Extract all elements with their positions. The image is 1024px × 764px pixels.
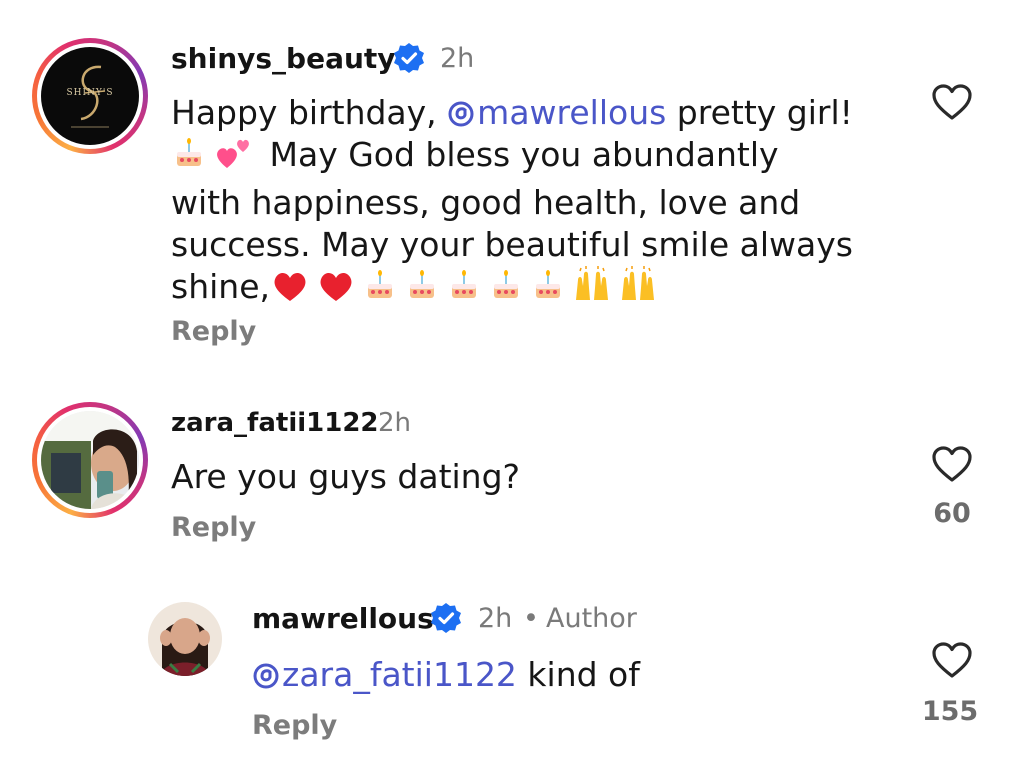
heart-outline-icon[interactable] (931, 444, 973, 488)
mention-link[interactable]: zara_fatii1122 (252, 655, 517, 694)
reply-button[interactable]: Reply (171, 512, 256, 543)
comment-mawrellous-reply: mawrellous 2h • Author zara_fatii1122 ki… (0, 590, 1024, 764)
heart-outline-icon[interactable] (931, 640, 973, 684)
comment-time: 2h (478, 603, 513, 634)
comment-username[interactable]: shinys_beauty (171, 42, 396, 75)
red-heart-emoji (270, 266, 310, 314)
threads-mention-icon (253, 663, 279, 689)
birthday-cake-emoji (488, 268, 524, 314)
comment-text: Are you guys dating? (171, 457, 521, 496)
author-label: Author (546, 603, 637, 634)
profile-photo-icon (41, 411, 139, 509)
comment-line: Happy birthday, mawrellous pretty girl! (171, 92, 891, 134)
comment-username[interactable]: mawrellous (252, 602, 434, 635)
mention-link[interactable]: mawrellous (447, 93, 666, 132)
comment-text: Happy birthday, mawrellous pretty girl! … (171, 92, 891, 314)
comment-time: 2h (440, 43, 475, 74)
like-count: 155 (921, 696, 979, 727)
comment-shinys-beauty: SHINY'S shinys_beauty 2h Happy birthday,… (0, 0, 1024, 380)
like-count: 60 (933, 498, 971, 529)
mention-text[interactable]: mawrellous (477, 93, 666, 132)
text-segment: kind of (516, 655, 640, 694)
birthday-cake-emoji (171, 136, 207, 182)
birthday-cake-emoji (404, 268, 440, 314)
birthday-cake-emoji (362, 268, 398, 314)
heart-outline-icon[interactable] (931, 82, 973, 126)
text-segment: shine, (171, 267, 270, 306)
comment-line: with happiness, good health, love and (171, 183, 801, 222)
mention-text[interactable]: zara_fatii1122 (282, 655, 517, 694)
birthday-cake-emoji (446, 268, 482, 314)
verified-badge-icon (393, 42, 425, 78)
comment-line: May God bless you abundantly (171, 134, 891, 182)
comment-zara-fatii1122: zara_fatii1122 2h Are you guys dating? R… (0, 390, 1024, 560)
avatar[interactable]: SHINY'S (41, 47, 139, 145)
comment-time: 2h (378, 408, 412, 438)
comment-username[interactable]: zara_fatii1122 (171, 408, 379, 438)
reply-button[interactable]: Reply (171, 316, 256, 347)
profile-photo-icon (148, 602, 222, 676)
avatar[interactable] (41, 411, 139, 509)
verified-badge-icon (430, 602, 462, 638)
text-segment: Happy birthday, (171, 93, 448, 132)
shinys-logo-icon: SHINY'S (66, 65, 113, 128)
meta-separator: • (523, 603, 539, 634)
comment-line: success. May your beautiful smile always (171, 225, 853, 264)
raising-hands-emoji (572, 266, 612, 314)
birthday-cake-emoji (530, 268, 566, 314)
reply-button[interactable]: Reply (252, 710, 337, 741)
threads-mention-icon (448, 101, 474, 127)
text-segment: May God bless you abundantly (269, 135, 779, 174)
two-hearts-emoji (213, 136, 253, 182)
comment-text: zara_fatii1122 kind of (252, 654, 640, 696)
raising-hands-emoji (618, 266, 658, 314)
text-segment: pretty girl! (666, 93, 853, 132)
avatar[interactable] (148, 602, 222, 676)
red-heart-emoji (316, 266, 356, 314)
comment-line: shine, (171, 266, 891, 314)
logo-text: SHINY'S (66, 88, 113, 98)
